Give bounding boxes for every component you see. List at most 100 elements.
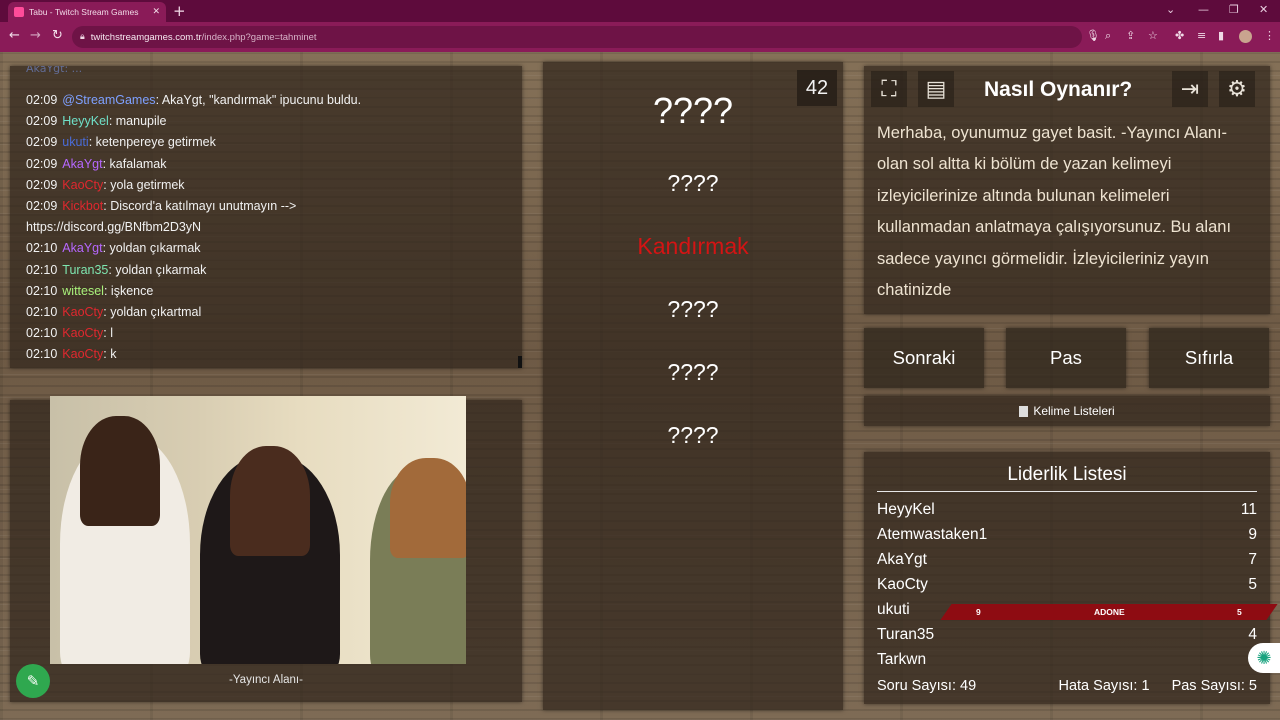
how-to-play-text: Merhaba, oyunumuz gayet basit. -Yayıncı … <box>877 124 1232 300</box>
chat-message: 02:09 @StreamGames: AkaYgt, "kandırmak" i… <box>26 90 512 111</box>
chat-username[interactable]: KaoCty <box>62 347 103 361</box>
taboo-card: 42 ???? ???? Kandırmak ???? ???? ???? <box>543 62 843 710</box>
chat-username[interactable]: Turan35 <box>62 263 108 277</box>
avatar-icon[interactable] <box>1239 30 1252 43</box>
chat-username[interactable]: KaoCty <box>62 326 103 340</box>
chat-message: 02:09 KaoCty: yola getirmek <box>26 175 512 196</box>
maximize-icon[interactable]: ❐ <box>1229 3 1239 16</box>
document-icon[interactable]: ▤ <box>918 71 954 107</box>
question-count: Soru Sayısı: 49 <box>877 678 977 694</box>
minimize-icon[interactable]: — <box>1198 3 1209 16</box>
search-icon[interactable]: ⌕ <box>1105 30 1111 42</box>
leaderboard-name: Turan35 <box>877 626 935 643</box>
chat-message: 02:10 KaoCty: yoldan çıkartmal <box>26 302 512 323</box>
next-button[interactable]: Sonraki <box>864 328 984 388</box>
chat-message: 02:10 KaoCty: k <box>26 344 512 365</box>
browser-toolbar: ← → ↻ 🔒︎ twitchstreamgames.com.tr/index.… <box>0 22 1280 52</box>
chat-username[interactable]: wittesel <box>62 284 104 298</box>
chat-username[interactable]: @StreamGames <box>62 93 155 107</box>
game-page: AkaYgt: ... 02:09 @StreamGames: AkaYgt, "… <box>0 52 1280 720</box>
person-middle-hair <box>230 446 310 556</box>
error-count: Hata Sayısı: 1 <box>1058 678 1150 694</box>
browser-tab[interactable]: Tabu - Twitch Stream Games ✕ <box>8 2 166 22</box>
leaderboard-score: 7 <box>1248 551 1257 568</box>
how-to-play-title: Nasıl Oynanır? <box>984 78 1133 101</box>
pass-count: Pas Sayısı: 5 <box>1171 678 1257 694</box>
leaderboard-row: HeyyKel 11 <box>877 501 1257 525</box>
leaderboard-score: 9 <box>1248 526 1257 543</box>
chat-panel: AkaYgt: ... 02:09 @StreamGames: AkaYgt, "… <box>10 66 522 368</box>
chat-timestamp: 02:09 <box>26 177 58 192</box>
address-bar[interactable]: 🔒︎ twitchstreamgames.com.tr/index.php?ga… <box>72 26 1082 48</box>
close-window-icon[interactable]: ✕ <box>1259 3 1268 16</box>
leaderboard-stats: Soru Sayısı: 49 Hata Sayısı: 1 Pas Sayıs… <box>877 678 1257 694</box>
chat-timestamp: 02:10 <box>26 326 58 341</box>
banner-right-value: 5 <box>1237 607 1242 617</box>
streamer-area-caption: -Yayıncı Alanı- <box>229 674 303 686</box>
chat-text: : yoldan çıkartmal <box>103 305 202 320</box>
leaderboard-row: Tarkwn <box>877 651 1257 675</box>
chat-message: 02:09 AkaYgt: kafalamak <box>26 154 512 175</box>
clipboard-icon <box>1019 405 1029 417</box>
person-left-hair <box>80 416 160 526</box>
puzzle-icon[interactable]: ✤ <box>1175 30 1184 42</box>
leaderboard-name: Atemwastaken1 <box>877 526 988 543</box>
chat-timestamp: 02:10 <box>26 347 58 362</box>
chat-message: 02:09 Kickbot: Discord'a katılmayı unutma… <box>26 196 512 217</box>
leaderboard-score: 11 <box>1240 501 1257 518</box>
chat-timestamp: 02:09 <box>26 114 58 129</box>
leaderboard-score: 5 <box>1248 576 1257 593</box>
leaderboard-row: AkaYgt 7 <box>877 551 1257 575</box>
chat-text: : manupile <box>108 114 167 129</box>
exit-icon[interactable]: ⇥ <box>1172 71 1208 107</box>
back-arrow-icon[interactable]: ← <box>9 29 20 43</box>
chat-username[interactable]: AkaYgt <box>62 241 102 255</box>
pass-button[interactable]: Pas <box>1006 328 1126 388</box>
chat-username[interactable]: ukuti <box>62 135 88 149</box>
tab-title: Tabu - Twitch Stream Games <box>29 7 139 17</box>
chat-message: 02:09 HeyyKel: manupile <box>26 111 512 132</box>
microphone-icon[interactable]: 🎙︎ <box>1086 30 1100 42</box>
new-tab-button[interactable]: + <box>173 2 186 20</box>
pen-icon[interactable]: ✎ <box>16 664 50 698</box>
assistant-extension-icon[interactable]: ✺ <box>1248 643 1280 673</box>
leaderboard-name: AkaYgt <box>877 551 927 568</box>
chat-timestamp: 02:10 <box>26 241 58 256</box>
lock-icon[interactable]: 🔒︎ <box>80 32 85 42</box>
tab-favicon-icon <box>14 7 24 17</box>
main-word: ???? <box>652 90 734 131</box>
url-text: twitchstreamgames.com.tr/index.php?game=… <box>90 31 317 43</box>
download-icon[interactable]: ≡ <box>1197 30 1206 42</box>
chat-text: : ketenpereye getirmek <box>88 135 216 150</box>
forward-arrow-icon[interactable]: → <box>30 29 41 43</box>
tab-search-icon[interactable]: ⌄ <box>1166 3 1175 16</box>
chat-username[interactable]: KaoCty <box>62 305 103 319</box>
taboo-word-4: ???? <box>667 359 719 385</box>
chat-timestamp: 02:10 <box>26 283 58 298</box>
leaderboard-row: KaoCty 5 <box>877 576 1257 600</box>
chat-timestamp: 02:09 <box>26 156 58 171</box>
chat-username[interactable]: HeyyKel <box>62 114 109 128</box>
kebab-menu-icon[interactable]: ⋮ <box>1264 30 1275 42</box>
reload-icon[interactable]: ↻ <box>52 29 63 43</box>
chat-username[interactable]: KaoCty <box>62 178 103 192</box>
leaderboard-name: KaoCty <box>877 576 928 593</box>
fullscreen-icon[interactable]: ⛶ <box>871 71 907 107</box>
gear-icon[interactable]: ⚙ <box>1219 71 1255 107</box>
chat-username[interactable]: Kickbot <box>62 199 103 213</box>
chat-text: : kafalamak <box>102 156 167 171</box>
chat-scrollbar[interactable] <box>518 356 522 368</box>
taboo-word-1: ???? <box>667 170 719 196</box>
leaderboard-name: HeyyKel <box>877 501 935 518</box>
how-to-play-panel: ⛶ ▤ Nasıl Oynanır? ⇥ ⚙ Merhaba, oyunumuz… <box>864 66 1270 314</box>
chat-message: 02:10 AkaYgt: yoldan çıkarmak <box>26 238 512 259</box>
share-icon[interactable]: ⇪ <box>1126 30 1135 42</box>
reset-button[interactable]: Sıfırla <box>1149 328 1269 388</box>
chat-text: : yoldan çıkarmak <box>102 241 201 256</box>
chat-username[interactable]: AkaYgt <box>62 157 102 171</box>
word-lists-button[interactable]: Kelime Listeleri <box>864 396 1270 426</box>
star-icon[interactable]: ☆ <box>1148 30 1158 42</box>
sidepanel-icon[interactable]: ▮ <box>1218 30 1224 42</box>
tab-close-icon[interactable]: ✕ <box>152 7 160 17</box>
chat-timestamp: 02:10 <box>26 262 58 277</box>
